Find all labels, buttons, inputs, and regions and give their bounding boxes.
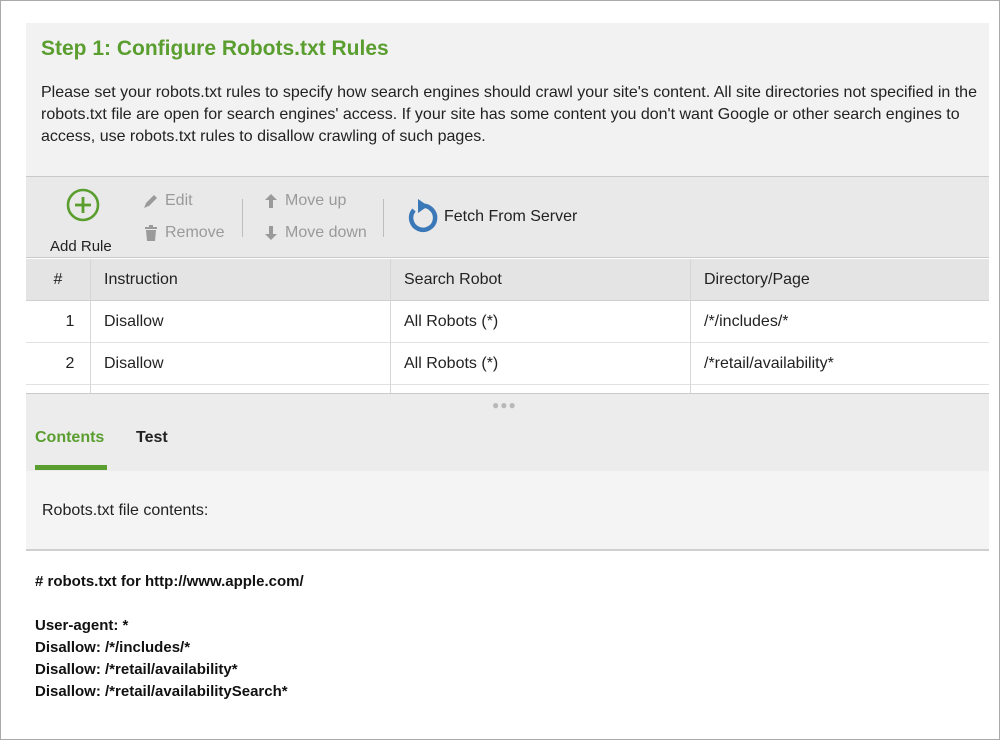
arrow-up-icon: [265, 194, 277, 208]
tab-bar: Contents Test: [26, 411, 989, 471]
column-divider: [390, 259, 391, 393]
remove-label: Remove: [165, 224, 225, 241]
column-header-instruction[interactable]: Instruction: [104, 259, 384, 301]
edit-button[interactable]: Edit: [142, 189, 193, 213]
rules-table: # Instruction Search Robot Directory/Pag…: [26, 259, 989, 393]
column-divider: [690, 259, 691, 393]
add-rule-label: Add Rule: [50, 238, 112, 255]
window-frame: Step 1: Configure Robots.txt Rules Pleas…: [0, 0, 1000, 740]
robots-line: # robots.txt for http://www.apple.com/: [35, 573, 304, 590]
remove-button[interactable]: Remove: [142, 221, 225, 245]
fetch-label: Fetch From Server: [444, 208, 578, 225]
robots-file-contents: # robots.txt for http://www.apple.com/ U…: [35, 571, 304, 703]
move-up-label: Move up: [285, 192, 347, 209]
row-directory: /*retail/availability*: [704, 355, 834, 372]
step-header: Step 1: Configure Robots.txt Rules Pleas…: [26, 23, 989, 176]
refresh-icon: [408, 199, 438, 233]
contents-label-panel: Robots.txt file contents:: [26, 471, 989, 551]
tab-test[interactable]: Test: [136, 429, 168, 447]
pane-splitter[interactable]: ●●●: [26, 393, 989, 412]
move-down-button[interactable]: Move down: [262, 221, 367, 245]
tab-contents[interactable]: Contents: [35, 429, 104, 447]
column-header-number[interactable]: #: [26, 259, 90, 301]
toolbar-divider: [242, 199, 243, 237]
edit-label: Edit: [165, 192, 193, 209]
fetch-from-server-button[interactable]: Fetch From Server: [404, 198, 577, 236]
row-number: 2: [65, 355, 75, 372]
table-row-partial: [26, 385, 989, 393]
row-instruction: Disallow: [104, 355, 164, 372]
robots-line: [35, 593, 304, 615]
row-instruction: Disallow: [104, 313, 164, 330]
page-description: Please set your robots.txt rules to spec…: [41, 84, 977, 145]
add-rule-button[interactable]: Add Rule: [46, 186, 118, 255]
plus-circle-icon: [66, 188, 100, 222]
table-header: # Instruction Search Robot Directory/Pag…: [26, 259, 989, 301]
table-row[interactable]: 2 Disallow All Robots (*) /*retail/avail…: [26, 343, 989, 385]
page-title: Step 1: Configure Robots.txt Rules: [41, 37, 389, 60]
active-tab-indicator: [35, 465, 107, 470]
grip-dots-icon: ●●●: [492, 398, 517, 412]
row-search-robot: All Robots (*): [404, 355, 499, 372]
column-divider: [90, 259, 91, 393]
column-header-directory[interactable]: Directory/Page: [704, 259, 984, 301]
contents-label: Robots.txt file contents:: [42, 502, 209, 519]
toolbar: Add Rule Edit Remove Move up Move down F…: [26, 176, 989, 258]
robots-line: Disallow: /*retail/availabilitySearch*: [35, 683, 288, 700]
move-up-button[interactable]: Move up: [262, 189, 346, 213]
move-down-label: Move down: [285, 224, 367, 241]
robots-line: Disallow: /*/includes/*: [35, 639, 191, 656]
row-directory: /*/includes/*: [704, 313, 789, 330]
table-row[interactable]: 1 Disallow All Robots (*) /*/includes/*: [26, 301, 989, 343]
pencil-icon: [144, 195, 157, 208]
row-number: 1: [65, 313, 75, 330]
trash-icon: [145, 225, 157, 241]
arrow-down-icon: [265, 226, 277, 240]
robots-line: Disallow: /*retail/availability*: [35, 661, 238, 678]
robots-line: User-agent: *: [35, 617, 129, 634]
toolbar-divider: [383, 199, 384, 237]
column-header-search-robot[interactable]: Search Robot: [404, 259, 684, 301]
row-search-robot: All Robots (*): [404, 313, 499, 330]
